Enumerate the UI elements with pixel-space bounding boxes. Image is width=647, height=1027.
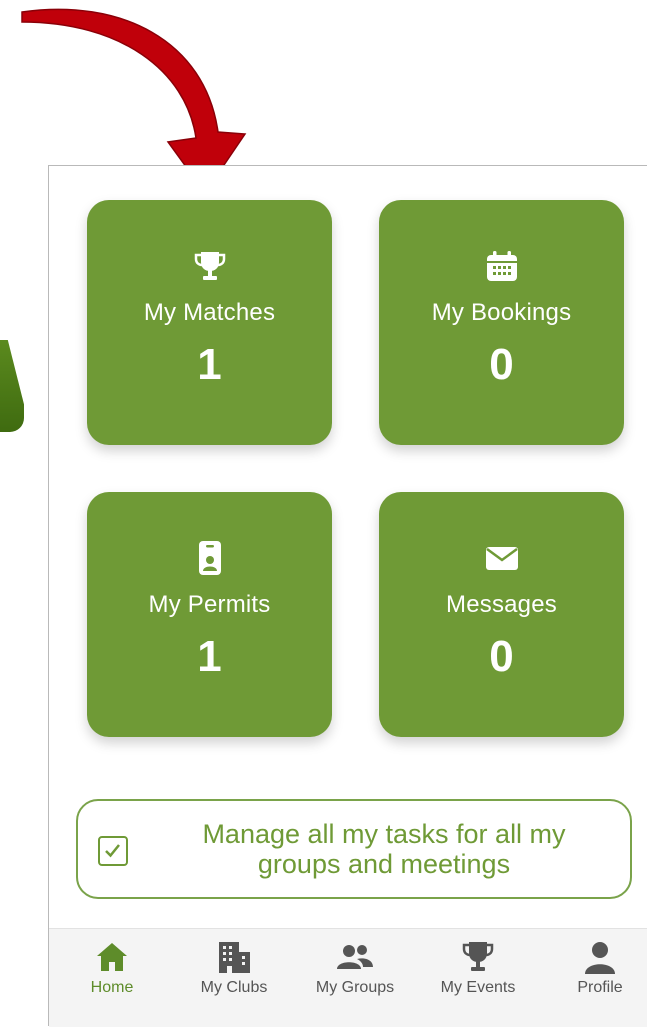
tile-count: 0 bbox=[489, 340, 514, 389]
envelope-icon bbox=[379, 540, 624, 576]
messages-tile[interactable]: Messages 0 bbox=[379, 492, 624, 737]
tab-home[interactable]: Home bbox=[57, 929, 167, 1027]
building-icon bbox=[179, 939, 289, 975]
calendar-icon bbox=[379, 248, 624, 284]
tab-label: Profile bbox=[577, 979, 623, 996]
tile-label: My Permits bbox=[148, 591, 271, 618]
tab-label: My Events bbox=[440, 979, 516, 996]
tile-count: 1 bbox=[197, 632, 222, 681]
users-icon bbox=[300, 939, 410, 975]
tile-label: My Matches bbox=[143, 299, 276, 326]
tab-label: My Clubs bbox=[200, 979, 268, 996]
tab-label: Home bbox=[90, 979, 134, 996]
tab-my-groups[interactable]: My Groups bbox=[300, 929, 410, 1027]
trophy-icon bbox=[423, 939, 533, 975]
home-icon bbox=[57, 939, 167, 975]
tab-my-clubs[interactable]: My Clubs bbox=[179, 929, 289, 1027]
my-matches-tile[interactable]: My Matches 1 bbox=[87, 200, 332, 445]
tab-label: My Groups bbox=[315, 979, 395, 996]
checkbox-icon bbox=[98, 836, 128, 866]
side-tab-marker bbox=[0, 340, 24, 432]
manage-tasks-banner[interactable]: Manage all my tasks for all my groups an… bbox=[76, 799, 632, 899]
tile-label: My Bookings bbox=[431, 299, 572, 326]
trophy-icon bbox=[87, 248, 332, 284]
tile-label: Messages bbox=[446, 591, 557, 618]
tab-profile[interactable]: Profile bbox=[545, 929, 647, 1027]
tile-count: 1 bbox=[197, 340, 222, 389]
bottom-tab-bar: Home My Clubs My Groups My Events Profil… bbox=[49, 928, 647, 1027]
tab-my-events[interactable]: My Events bbox=[423, 929, 533, 1027]
id-badge-icon bbox=[87, 540, 332, 576]
tile-count: 0 bbox=[489, 632, 514, 681]
manage-tasks-text: Manage all my tasks for all my groups an… bbox=[202, 819, 566, 879]
home-screen: My Matches 1 My Bookings 0 My Permits 1 … bbox=[48, 165, 647, 1027]
person-icon bbox=[545, 939, 647, 975]
my-bookings-tile[interactable]: My Bookings 0 bbox=[379, 200, 624, 445]
my-permits-tile[interactable]: My Permits 1 bbox=[87, 492, 332, 737]
